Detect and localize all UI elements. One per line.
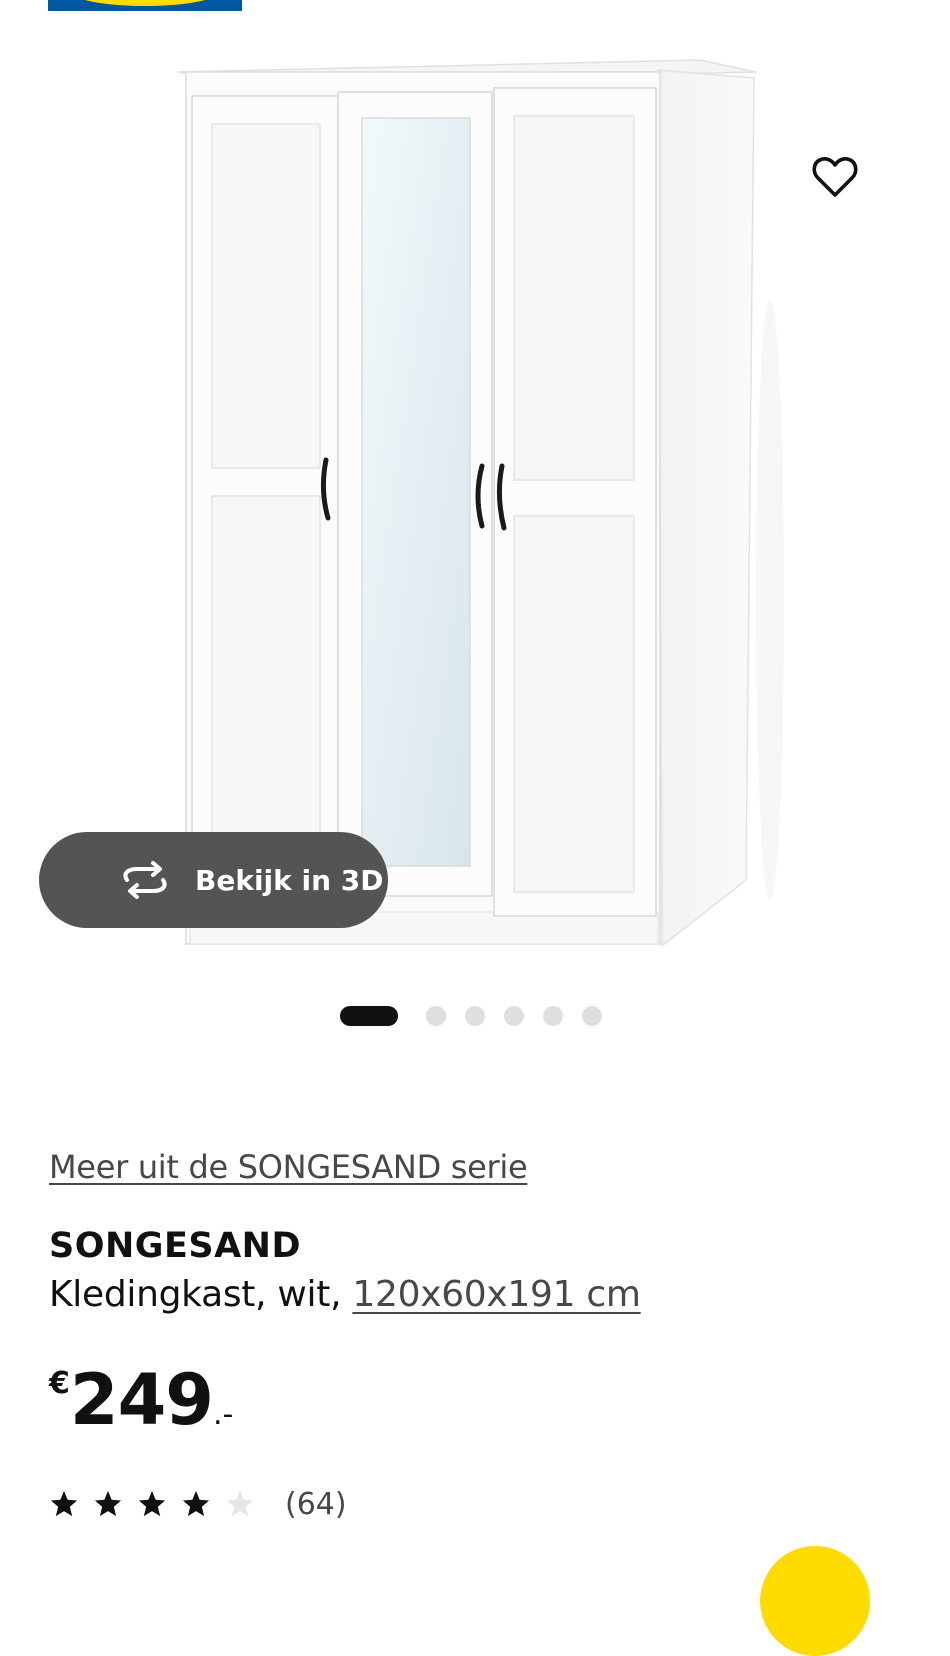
price-currency: € [49,1366,70,1401]
price-integer: 249 [69,1359,214,1441]
price-suffix: .- [213,1397,234,1432]
series-link[interactable]: Meer uit de SONGESAND serie [49,1148,528,1186]
star-filled-icon [94,1490,122,1517]
product-price: €249.- [49,1360,233,1440]
view-in-3d-button[interactable]: Bekijk in 3D [39,832,388,928]
wishlist-button[interactable] [806,148,864,206]
star-filled-icon [50,1490,78,1517]
ikea-logo-icon[interactable] [48,0,242,11]
carousel-dot-3[interactable] [465,1006,485,1026]
star-filled-icon [182,1490,210,1517]
star-filled-icon [138,1490,166,1517]
rating-count: (64) [285,1486,347,1522]
carousel-dot-5[interactable] [543,1006,563,1026]
product-rating[interactable]: (64) [49,1484,347,1524]
add-to-cart-button[interactable] [760,1546,870,1656]
product-image[interactable] [0,40,950,960]
image-carousel-dots [340,1006,621,1026]
view-in-3d-label: Bekijk in 3D [195,863,384,897]
carousel-dot-2[interactable] [426,1006,446,1026]
product-name: SONGESAND [49,1226,302,1266]
star-empty-icon [226,1490,254,1517]
carousel-dot-4[interactable] [504,1006,524,1026]
logo-oval [70,0,220,6]
product-description: Kledingkast, wit, 120x60x191 cm [49,1274,641,1315]
rotate-3d-icon [123,861,167,899]
product-type-label: Kledingkast, wit, [49,1274,353,1315]
heart-outline-icon [812,157,858,197]
carousel-dot-1[interactable] [340,1006,398,1026]
measurements-link[interactable]: 120x60x191 cm [352,1274,641,1315]
carousel-dot-6[interactable] [582,1006,602,1026]
